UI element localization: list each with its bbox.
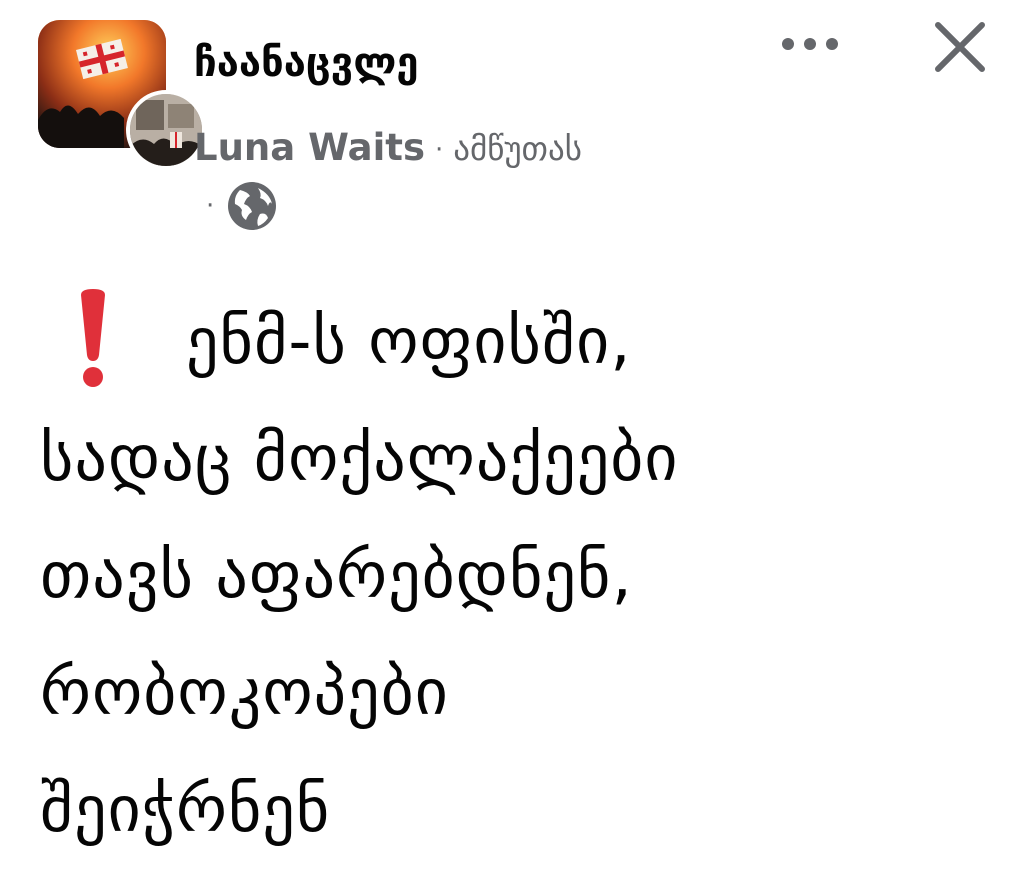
more-icon: [782, 38, 838, 50]
privacy-row: ·: [206, 178, 278, 234]
post-text-line-4: რობოკოპები: [40, 656, 449, 730]
meta-separator: ·: [434, 134, 444, 165]
post-text-line-3: თავს აფარებდნენ,: [40, 539, 633, 613]
red-exclamation-icon: [76, 289, 110, 389]
close-button[interactable]: [922, 14, 998, 80]
user-avatar-image: [130, 94, 202, 166]
group-name[interactable]: ჩაანაცვლე: [194, 40, 419, 86]
post-text-line-1: ენმ-ს ოფისში,: [40, 284, 1000, 401]
post-text-segment: ენმ-ს ოფისში,: [186, 305, 632, 379]
post-text-line-2: სადაც მოქალაქეები: [40, 422, 679, 496]
close-icon: [935, 22, 985, 72]
avatar-group[interactable]: [38, 20, 206, 170]
post-header: ჩაანაცვლე Luna Waits · ამწუთას ·: [0, 0, 1024, 250]
post-text-line-5: შეიჭრნენ: [40, 773, 331, 847]
post-body: ენმ-ს ოფისში, სადაც მოქალაქეები თავს აფა…: [40, 284, 1000, 869]
post-timestamp[interactable]: ამწუთას: [453, 129, 582, 168]
globe-icon[interactable]: [226, 180, 278, 232]
more-options-button[interactable]: [772, 20, 848, 68]
author-name[interactable]: Luna Waits: [194, 126, 425, 169]
privacy-separator: ·: [206, 191, 215, 221]
post-meta: Luna Waits · ამწუთას: [194, 126, 582, 169]
